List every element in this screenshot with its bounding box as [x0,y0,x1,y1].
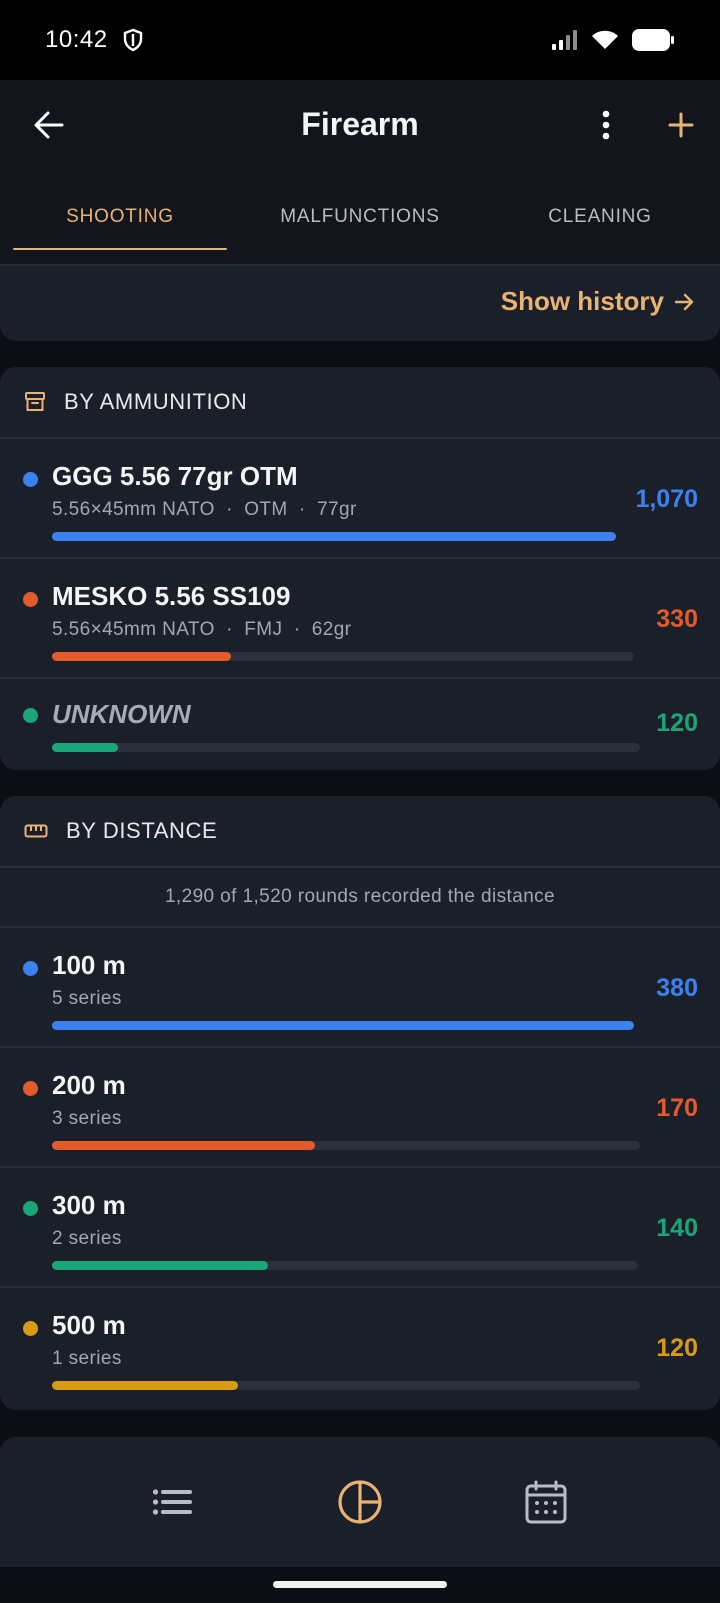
series-dot [23,961,38,976]
item-value: 140 [656,1214,698,1242]
wifi-icon [592,30,618,49]
section-header: BY DISTANCE [0,796,720,868]
series-dot [23,1321,38,1336]
item-title: GGG 5.56 77gr OTM [52,461,298,491]
progress-fill [52,743,118,752]
progress-bar [52,1141,640,1150]
tab-indicator [13,248,227,250]
ruler-icon [24,824,48,838]
progress-fill [52,1381,238,1390]
status-time: 10:42 [45,26,108,53]
item-title: 200 m [52,1070,126,1100]
by-distance-card: BY DISTANCE 1,290 of 1,520 rounds record… [0,796,720,1410]
battery-icon [632,29,674,51]
item-value: 120 [656,709,698,737]
item-details: 1 series [52,1348,122,1369]
list-icon [152,1489,192,1515]
progress-fill [52,652,232,661]
progress-fill [52,1141,315,1150]
item-value: 330 [656,605,698,633]
item-value: 170 [656,1094,698,1122]
series-dot [23,592,38,607]
show-history-link[interactable]: Show history [501,286,694,317]
status-icons [551,28,675,52]
more-vertical-icon [602,110,610,140]
tab-malfunctions[interactable]: MALFUNCTIONS [240,170,480,264]
item-title: MESKO 5.56 SS109 [52,581,291,611]
progress-bar [52,1021,634,1030]
item-details: 2 series [52,1228,122,1249]
arrow-right-icon [674,293,694,310]
list-item[interactable]: 500 m 1 series 120 [0,1288,720,1408]
item-title: 300 m [52,1190,126,1220]
item-title: UNKNOWN [52,699,191,729]
section-title: BY DISTANCE [66,818,218,843]
tab-bar: SHOOTING MALFUNCTIONS CLEANING [0,170,720,266]
list-item[interactable]: MESKO 5.56 SS109 5.56×45mm NATO · FMJ · … [0,559,720,679]
pie-chart-icon [338,1480,382,1524]
shield-icon [123,28,142,52]
list-item[interactable]: 300 m 2 series 140 [0,1168,720,1288]
app-bar: Firearm [0,80,720,170]
add-button[interactable] [658,102,704,148]
signal-icon [552,30,577,50]
section-title: BY AMMUNITION [64,389,248,414]
list-item[interactable]: 100 m 5 series 380 [0,928,720,1048]
item-value: 380 [656,974,698,1002]
more-options-button[interactable] [584,102,628,148]
item-value: 1,070 [635,485,698,513]
nav-calendar[interactable] [511,1467,581,1537]
home-indicator[interactable] [273,1581,447,1588]
list-item[interactable]: UNKNOWN 120 [0,679,720,768]
series-dot [23,1081,38,1096]
show-history-label: Show history [500,286,664,316]
progress-bar [52,532,616,541]
list-item[interactable]: GGG 5.56 77gr OTM 5.56×45mm NATO · OTM ·… [0,439,720,559]
item-details: 5.56×45mm NATO · FMJ · 62gr [52,619,352,640]
series-dot [23,708,38,723]
tab-cleaning[interactable]: CLEANING [480,170,720,264]
progress-bar [52,1261,638,1270]
status-bar: 10:42 [0,0,720,80]
progress-bar [52,652,634,661]
bottom-nav [0,1437,720,1567]
archive-box-icon [25,392,45,411]
nav-list[interactable] [138,1467,208,1537]
progress-fill [52,1021,634,1030]
item-details: 5.56×45mm NATO · OTM · 77gr [52,499,357,520]
item-title: 100 m [52,950,126,980]
item-details: 3 series [52,1108,122,1129]
item-title: 500 m [52,1310,126,1340]
progress-fill [52,1261,268,1270]
section-header: BY AMMUNITION [0,367,720,439]
plus-icon [668,112,694,138]
history-card: Show history [0,266,720,341]
item-details: 5 series [52,988,122,1009]
series-dot [23,1201,38,1216]
progress-bar [52,743,640,752]
by-ammunition-card: BY AMMUNITION GGG 5.56 77gr OTM 5.56×45m… [0,367,720,770]
progress-bar [52,1381,640,1390]
item-value: 120 [656,1334,698,1362]
series-dot [23,472,38,487]
progress-fill [52,532,616,541]
nav-statistics[interactable] [325,1467,395,1537]
calendar-icon [525,1480,567,1524]
list-item[interactable]: 200 m 3 series 170 [0,1048,720,1168]
distance-summary: 1,290 of 1,520 rounds recorded the dista… [0,868,720,928]
